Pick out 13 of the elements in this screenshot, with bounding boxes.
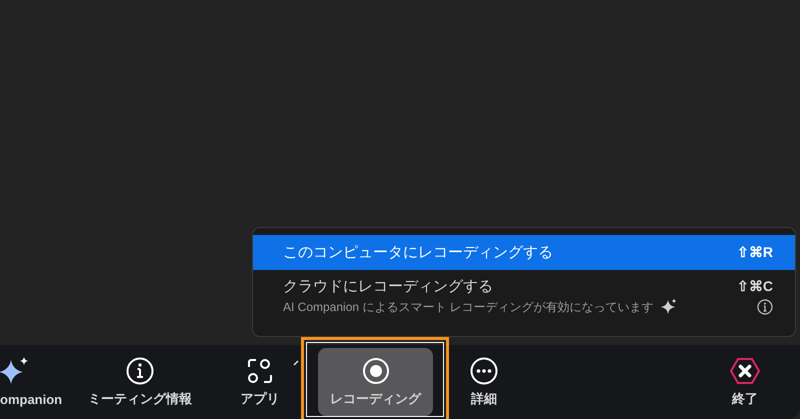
smart-recording-note: AI Companion によるスマート レコーディングが有効になっています [283, 299, 654, 315]
toolbar-button[interactable]: 終了 [705, 345, 785, 419]
toolbar-button[interactable]: ミーティング情報 [80, 345, 200, 419]
toolbar-button[interactable]: ompanion [0, 345, 70, 419]
menu-item[interactable]: クラウドにレコーディングする ⇧⌘C AI Companion によるスマート レコーディングが有効になっています [253, 270, 795, 323]
toolbar-button[interactable]: アプリ [220, 345, 300, 419]
menu-item[interactable]: このコンピュータにレコーディングする ⇧⌘R [253, 235, 795, 270]
toolbar-button[interactable]: レコーディング [318, 348, 433, 416]
shortcut-label: ⇧⌘R [736, 243, 773, 262]
menu-item-label: クラウドにレコーディングする [283, 277, 493, 296]
toolbar-button[interactable]: 詳細 [444, 345, 524, 419]
menu-item-label: このコンピュータにレコーディングする [283, 243, 553, 262]
shortcut-label: ⇧⌘C [736, 277, 773, 296]
